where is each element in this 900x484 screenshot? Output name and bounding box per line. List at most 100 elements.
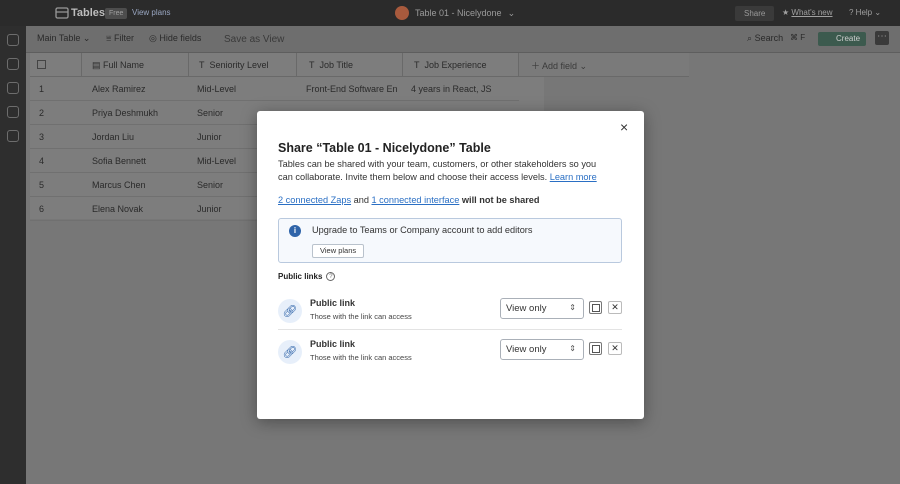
filter-label: Filter — [114, 33, 134, 43]
chevron-updown-icon: ⇕ — [569, 344, 576, 353]
view-plans-link[interactable]: View plans — [132, 8, 171, 17]
search-icon: ⌕ — [747, 33, 753, 43]
tables-logo-icon — [55, 6, 69, 20]
link-icon: 🔗︎ — [278, 340, 302, 364]
remove-link-icon[interactable]: ✕ — [608, 342, 622, 355]
row-number: 6 — [39, 204, 45, 214]
public-link-title: Public link — [310, 298, 356, 308]
cell-seniority[interactable]: Junior — [197, 204, 222, 214]
create-button[interactable]: Create — [818, 32, 867, 46]
link-icon: 🔗︎ — [278, 299, 302, 323]
help-circle-icon[interactable]: ? — [326, 272, 336, 281]
cell-full-name[interactable]: Marcus Chen — [92, 180, 146, 190]
copy-icon[interactable] — [589, 301, 602, 314]
column-header-seniority[interactable]: T Seniority Level — [189, 53, 297, 77]
add-field-label: Add field — [542, 61, 578, 71]
cell-seniority[interactable]: Mid-Level — [197, 84, 236, 94]
column-header-job-experience[interactable]: T Job Experience — [403, 53, 519, 77]
top-bar: Tables Free View plans Table 01 - Nicely… — [0, 0, 900, 26]
access-level-select[interactable]: View only ⇕ — [500, 339, 584, 360]
table-name: Table 01 - Nicelydone — [415, 8, 502, 18]
view-toolbar: Main Table ⌄ ⩸ Filter ◎ Hide fields Save… — [26, 26, 900, 53]
dialog-title: Share “Table 01 - Nicelydone” Table — [278, 141, 491, 155]
share-dialog: × Share “Table 01 - Nicelydone” Table Ta… — [257, 111, 644, 419]
cell-seniority[interactable]: Senior — [197, 108, 223, 118]
cell-seniority[interactable]: Senior — [197, 180, 223, 190]
cell-seniority[interactable]: Mid-Level — [197, 156, 236, 166]
connected-interface-link[interactable]: 1 connected interface — [371, 195, 459, 205]
tables-icon[interactable] — [7, 34, 19, 46]
text-field-icon: T — [414, 60, 420, 70]
chevron-down-icon: ⌄ — [82, 33, 91, 43]
public-link-subtitle: Those with the link can access — [310, 312, 412, 321]
connected-zaps-link[interactable]: 2 connected Zaps — [278, 195, 351, 205]
filter-button[interactable]: ⩸ Filter — [106, 33, 134, 44]
close-icon[interactable]: × — [620, 120, 628, 134]
cell-full-name[interactable]: Jordan Liu — [92, 132, 134, 142]
chevron-updown-icon: ⇕ — [569, 303, 576, 312]
cell-seniority[interactable]: Junior — [197, 132, 222, 142]
learn-more-link[interactable]: Learn more — [550, 172, 597, 182]
description-text: Tables can be shared with your team, cus… — [278, 159, 597, 182]
interfaces-icon[interactable] — [7, 82, 19, 94]
select-all-checkbox[interactable] — [37, 60, 46, 69]
app-title: Tables — [71, 7, 106, 19]
view-plans-button[interactable]: View plans — [312, 244, 365, 258]
access-level-value: View only — [506, 303, 547, 314]
add-field-button[interactable]: ＋ Add field ⌄ — [531, 59, 587, 72]
row-number: 2 — [39, 108, 45, 118]
public-link-row: 🔗︎ Public link Those with the link can a… — [278, 336, 622, 372]
column-header-job-title[interactable]: T Job Title — [297, 53, 403, 77]
chevron-down-icon: ⌄ — [507, 7, 516, 18]
column-label: Full Name — [103, 60, 145, 70]
row-number: 4 — [39, 156, 45, 166]
hide-fields-label: Hide fields — [159, 33, 202, 43]
row-number: 5 — [39, 180, 45, 190]
public-link-title: Public link — [310, 339, 356, 349]
access-level-value: View only — [506, 344, 547, 355]
help-button[interactable]: ? Help ⌄ — [849, 8, 881, 17]
upgrade-notice: i Upgrade to Teams or Company account to… — [278, 218, 622, 263]
cell-full-name[interactable]: Priya Deshmukh — [92, 108, 158, 118]
settings-icon[interactable] — [7, 130, 19, 142]
remove-link-icon[interactable]: ✕ — [608, 301, 622, 314]
help-label: Help — [855, 8, 873, 17]
apps-icon[interactable] — [7, 106, 19, 118]
row-number: 1 — [39, 84, 45, 94]
cell-full-name[interactable]: Alex Ramirez — [92, 84, 146, 94]
cell-job-experience[interactable]: 4 years in React, JS — [411, 84, 492, 94]
and-text: and — [351, 195, 372, 205]
access-level-select[interactable]: View only ⇕ — [500, 298, 584, 319]
public-link-subtitle: Those with the link can access — [310, 353, 412, 362]
row-number: 3 — [39, 132, 45, 142]
not-shared-text: will not be shared — [459, 195, 540, 205]
whats-new-link[interactable]: ★ What's new — [782, 8, 833, 17]
filter-icon: ⩸ — [106, 33, 112, 43]
cell-job-title[interactable]: Front-End Software En — [306, 84, 398, 94]
select-all-header[interactable] — [30, 53, 82, 77]
table-switcher[interactable]: Table 01 - Nicelydone ⌄ — [395, 5, 515, 21]
search-button[interactable]: ⌕ Search — [747, 33, 783, 44]
column-label: Seniority Level — [209, 60, 269, 70]
cell-full-name[interactable]: Elena Novak — [92, 204, 143, 214]
dialog-description: Tables can be shared with your team, cus… — [278, 158, 613, 183]
more-options-icon[interactable]: ⋯ — [875, 31, 889, 45]
search-label: Search — [754, 33, 784, 43]
text-field-icon: T — [309, 60, 315, 70]
left-rail — [0, 0, 26, 484]
public-links-heading: Public links ? — [278, 272, 336, 281]
column-label: Job Experience — [424, 60, 487, 70]
divider — [278, 329, 622, 330]
text-field-icon: ▤ — [92, 60, 101, 70]
column-header-full-name[interactable]: ▤ Full Name — [82, 53, 189, 77]
copy-icon[interactable] — [589, 342, 602, 355]
table-avatar-icon — [395, 6, 409, 20]
hide-fields-button[interactable]: ◎ Hide fields — [149, 33, 201, 44]
share-button[interactable]: Share — [735, 6, 775, 21]
view-selector[interactable]: Main Table ⌄ — [37, 33, 90, 44]
info-icon: i — [289, 225, 301, 237]
save-as-view-button[interactable]: Save as View — [224, 34, 284, 45]
zap-icon[interactable] — [7, 58, 19, 70]
cell-full-name[interactable]: Sofia Bennett — [92, 156, 146, 166]
upgrade-message: Upgrade to Teams or Company account to a… — [312, 225, 533, 235]
